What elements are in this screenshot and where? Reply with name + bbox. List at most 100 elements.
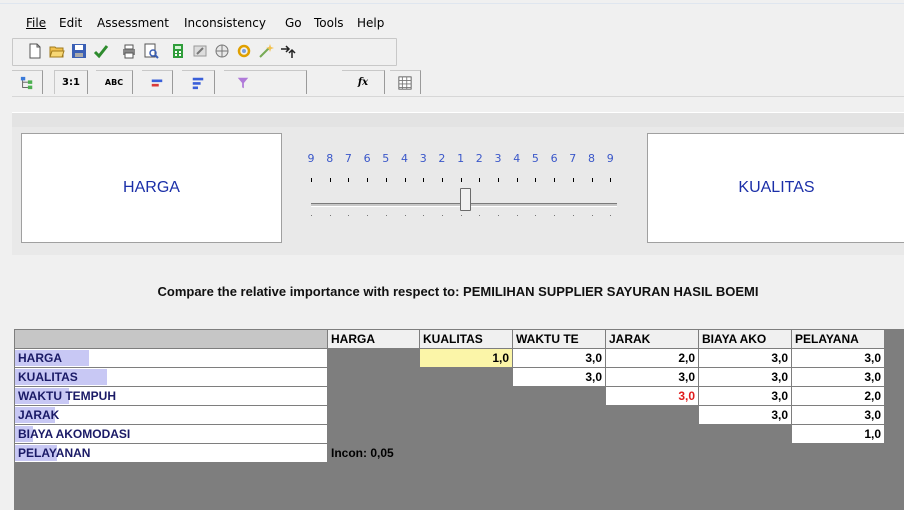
slider-tick (591, 178, 593, 182)
row-header[interactable]: WAKTU TEMPUH (14, 386, 328, 406)
slider-dot (554, 215, 556, 216)
matrix-row: PELAYANAN Incon: 0,05 (14, 443, 885, 463)
bars-icon (192, 77, 204, 89)
menu-go[interactable]: Go (285, 16, 302, 30)
comparison-prompt: Compare the relative importance with res… (157, 284, 759, 299)
scale-label: 6 (550, 152, 558, 165)
tab-pairwise-numeric[interactable]: 3:1 (54, 70, 88, 94)
globe-icon[interactable] (214, 43, 230, 59)
matrix-cell[interactable]: 3,0 (512, 367, 606, 387)
refresh-icon[interactable] (236, 43, 252, 59)
slider-tick (404, 178, 406, 182)
tab-verbal[interactable]: ABC (96, 70, 133, 94)
scale-label: 1 (457, 152, 465, 165)
menu-inconsistency[interactable]: Inconsistency (184, 16, 266, 30)
tab-grid[interactable] (390, 70, 421, 94)
matrix-cell-disabled (605, 443, 699, 463)
check-arrow-icon[interactable] (93, 43, 109, 59)
slider-dot (498, 215, 499, 216)
scale-label: 5 (531, 152, 539, 165)
scale-label: 9 (606, 152, 614, 165)
matrix-cell[interactable]: 3,0 (791, 405, 885, 425)
view-tabs: 3:1 ABC fx (12, 70, 904, 94)
print-preview-icon[interactable] (143, 43, 159, 59)
row-header[interactable]: JARAK (14, 405, 328, 425)
toolbar (12, 38, 397, 66)
matrix-cell[interactable]: 3,0 (791, 367, 885, 387)
matrix-cell-disabled (605, 424, 699, 444)
matrix-cell[interactable]: 3,0 (698, 367, 792, 387)
matrix-cell[interactable]: 2,0 (791, 386, 885, 406)
column-header[interactable]: HARGA (327, 329, 420, 349)
scale-label: 8 (326, 152, 334, 165)
matrix-cell[interactable]: 3,0 (605, 386, 699, 406)
tab-tree[interactable] (12, 70, 43, 94)
matrix-cell-disabled (419, 367, 513, 387)
tab-separator (12, 96, 904, 97)
matrix-cell-disabled (419, 386, 513, 406)
tab-funnel[interactable] (224, 70, 307, 94)
matrix-cell[interactable]: 3,0 (791, 348, 885, 368)
row-header[interactable]: HARGA (14, 348, 328, 368)
matrix-cell[interactable]: 3,0 (698, 405, 792, 425)
matrix-cell-disabled (512, 386, 606, 406)
slider-dot (367, 215, 369, 216)
matrix-cell[interactable]: 3,0 (512, 348, 606, 368)
menu-assessment[interactable]: Assessment (97, 16, 169, 30)
matrix-cell-disabled (419, 424, 513, 444)
matrix-cell-disabled (512, 424, 606, 444)
scale-label: 4 (513, 152, 521, 165)
matrix-cell[interactable]: 2,0 (605, 348, 699, 368)
matrix-cell-disabled (512, 443, 606, 463)
slider-tick (516, 178, 518, 182)
tab-formula[interactable]: fx (342, 70, 385, 94)
bar-icon (151, 79, 163, 86)
tab-pairwise-numeric-label: 3:1 (62, 77, 80, 88)
pairwise-matrix: HARGA KUALITAS WAKTU TE JARAK BIAYA AKO PELAY… (14, 329, 885, 463)
edit-icon[interactable] (192, 43, 208, 59)
matrix-cell-disabled (791, 443, 885, 463)
tab-bars[interactable] (182, 70, 215, 94)
calculator-icon[interactable] (170, 43, 186, 59)
matrix-cell[interactable]: 3,0 (698, 386, 792, 406)
matrix-cell[interactable]: 1,0 (791, 424, 885, 444)
new-file-icon[interactable] (27, 43, 43, 59)
row-header[interactable]: KUALITAS (14, 367, 328, 387)
row-header[interactable]: BIAYA AKOMODASI (14, 424, 328, 444)
column-header[interactable]: BIAYA AKO (698, 329, 792, 349)
matrix-cell[interactable]: 3,0 (605, 367, 699, 387)
matrix-cell[interactable]: 3,0 (698, 348, 792, 368)
matrix-cell[interactable]: 1,0 (419, 348, 513, 368)
open-folder-icon[interactable] (49, 43, 65, 59)
scale-label: 2 (438, 152, 446, 165)
column-header[interactable]: PELAYANA (791, 329, 885, 349)
tree-icon (20, 76, 33, 89)
menu-tools[interactable]: Tools (314, 16, 344, 30)
row-header[interactable]: PELAYANAN (14, 443, 328, 463)
slider-thumb[interactable] (460, 188, 471, 211)
slider-dot (535, 215, 537, 216)
save-icon[interactable] (71, 43, 87, 59)
slider-tick (572, 178, 574, 182)
right-element-label: KUALITAS (738, 179, 815, 196)
print-icon[interactable] (121, 43, 137, 59)
slider-dot (329, 215, 331, 216)
menu-help[interactable]: Help (357, 16, 384, 30)
tab-bar[interactable] (142, 70, 173, 94)
column-header[interactable]: JARAK (605, 329, 699, 349)
matrix-cell-disabled (327, 405, 420, 425)
menu-edit[interactable]: Edit (59, 16, 82, 30)
column-header[interactable]: KUALITAS (419, 329, 513, 349)
matrix-cell-disabled (512, 405, 606, 425)
slider-dot (348, 215, 350, 216)
slider-tick (348, 178, 350, 182)
magic-wand-icon[interactable] (258, 43, 274, 59)
inconsistency-ratio: Incon: 0,05 (327, 443, 420, 463)
slider-tick (367, 178, 369, 182)
menu-file[interactable]: File (26, 16, 46, 30)
arrow-right-icon[interactable] (280, 43, 296, 59)
column-header[interactable]: WAKTU TE (512, 329, 606, 349)
slider-tick (535, 178, 537, 182)
slider-tick (479, 178, 481, 182)
slider-tick (441, 178, 443, 182)
